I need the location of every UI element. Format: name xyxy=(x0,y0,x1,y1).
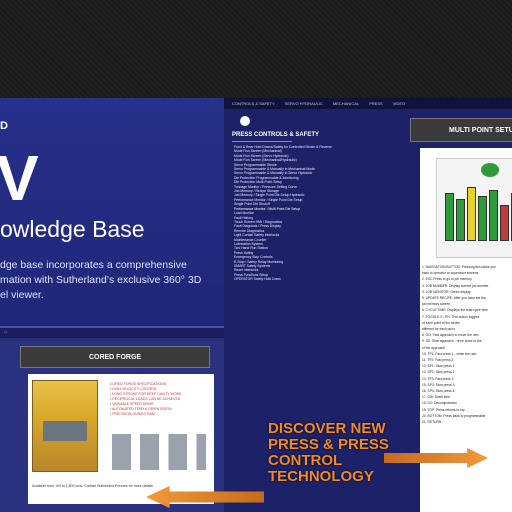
section-title: PRESS CONTROLS & SAFETY xyxy=(232,132,320,138)
tablet-icon: ⌂ xyxy=(4,329,8,335)
tab-servo-hydraulic[interactable]: SERVO HYDRAULIC xyxy=(285,101,323,106)
knowledge-base-title: owledge Base xyxy=(0,216,145,242)
tab-bar: CONTROLS & SAFETY SERVO HYDRAULIC MECHAN… xyxy=(224,98,512,109)
big-letter: V xyxy=(0,142,39,214)
forged-parts-image xyxy=(112,434,206,470)
overlay-line: DISCOVER NEW xyxy=(268,420,386,437)
cored-forge-footnote: Available from 100 to 1,500 tons. Contac… xyxy=(32,484,154,488)
cored-forge-header[interactable]: CORED FORGE xyxy=(20,346,210,368)
hmi-bar xyxy=(456,199,465,241)
tab-video[interactable]: VIDEO xyxy=(393,101,405,106)
overlay-line: PRESS & PRESS xyxy=(268,436,389,453)
press-machine-image xyxy=(32,380,98,472)
hmi-bar xyxy=(478,196,487,241)
tab-mechanical[interactable]: MECHANICAL xyxy=(333,101,359,106)
tablet-status-bar: ⌂ xyxy=(0,328,224,338)
knowledge-base-description: dge base incorporates a comprehensive ma… xyxy=(0,258,224,303)
hmi-screen-image xyxy=(436,158,512,258)
cored-forge-specs: CORED FORGE SPECIFICATIONS • HIGH VELOCI… xyxy=(110,382,210,417)
multi-point-setup-text: 1. NAVIGATION BUTTON: Pressing this take… xyxy=(422,264,512,425)
hmi-bar xyxy=(467,187,476,241)
knowledge-base-slide: D V owledge Base dge base incorporates a… xyxy=(0,98,224,512)
lightbulb-icon xyxy=(240,116,250,126)
hmi-bar xyxy=(489,190,498,241)
hmi-bar xyxy=(500,205,509,241)
multi-point-setup-header[interactable]: MULTI POINT SETUP xyxy=(410,118,512,142)
gauge-icon xyxy=(481,163,499,177)
cored-forge-tablet: ⌂ CORED FORGE CORED FORGE SPECIFICATIONS… xyxy=(0,326,224,512)
cored-forge-content: CORED FORGE SPECIFICATIONS • HIGH VELOCI… xyxy=(28,374,214,504)
presentation-stage: D V owledge Base dge base incorporates a… xyxy=(0,98,512,512)
controls-list: Front & Rear Hold Downs/Safety for Contr… xyxy=(234,145,414,282)
spec-line: • PRECISION GUIDED RAM xyxy=(110,412,155,416)
tab-controls-safety[interactable]: CONTROLS & SAFETY xyxy=(232,101,275,106)
logo-fragment: D xyxy=(0,120,8,132)
setup-text-line: 21. RETURN xyxy=(422,420,442,425)
discover-overlay-text: DISCOVER NEW PRESS & PRESS CONTROL TECHN… xyxy=(268,421,389,485)
overlay-line: CONTROL xyxy=(268,452,343,469)
desc-line: el viewer. xyxy=(0,289,44,301)
desc-line: dge base incorporates a comprehensive xyxy=(0,259,187,271)
overlay-line: TECHNOLOGY xyxy=(268,468,374,485)
desc-line: mation with Sutherland’s exclusive 360° … xyxy=(0,274,202,286)
tab-press[interactable]: PRESS xyxy=(369,101,383,106)
hmi-bar xyxy=(445,193,454,241)
controls-list-item[interactable]: OPERATOR Safety Hold Down xyxy=(234,277,414,281)
section-divider xyxy=(232,141,292,142)
